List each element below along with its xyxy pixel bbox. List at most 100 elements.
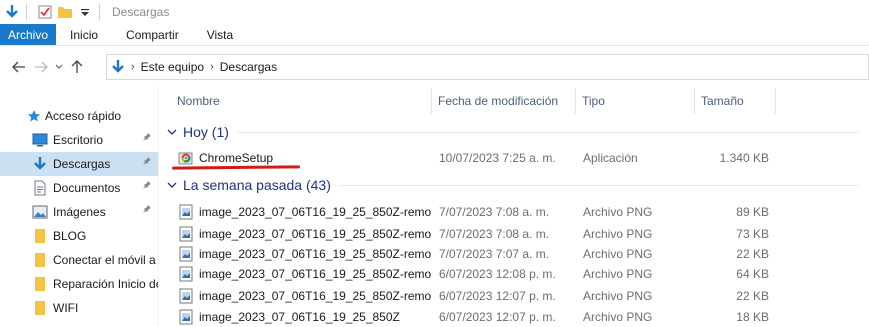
sidebar-item-label: WIFI (53, 301, 79, 315)
pin-icon (142, 204, 152, 217)
file-date: 7/07/2023 7:08 a. m. (439, 205, 550, 219)
file-date: 6/07/2023 12:07 p. m. (439, 310, 556, 324)
forward-arrow-icon[interactable] (30, 56, 52, 78)
table-row[interactable]: image_2023_07_06T16_19_25_850Z-remov... … (159, 201, 869, 223)
recent-locations-chevron-icon[interactable] (52, 56, 66, 78)
breadcrumb-descargas[interactable]: Descargas (216, 60, 281, 74)
sidebar-item-label: BLOG (53, 229, 87, 243)
sidebar-item-escritorio[interactable]: Escritorio (0, 128, 158, 152)
file-name: image_2023_07_06T16_19_25_850Z-remov... (199, 227, 431, 241)
sidebar-item-label: Descargas (53, 157, 111, 171)
sidebar-item-label: Imágenes (53, 205, 106, 219)
file-size: 89 KB (736, 205, 769, 219)
sidebar-item-imagenes[interactable]: Imágenes (0, 200, 158, 224)
group-header-hoy[interactable]: Hoy (1) (159, 121, 869, 143)
tab-archivo[interactable]: Archivo (0, 24, 57, 45)
chrome-installer-icon (178, 150, 194, 166)
png-file-icon (178, 266, 194, 282)
file-name: image_2023_07_06T16_19_25_850Z-remov... (199, 205, 431, 219)
column-header-fecha[interactable]: Fecha de modificación (432, 88, 558, 114)
column-header-tamano[interactable]: Tamaño (695, 88, 744, 114)
star-icon (26, 108, 42, 124)
pictures-icon (32, 204, 48, 220)
sidebar-item-label: Escritorio (53, 133, 104, 147)
collapse-chevron-icon[interactable] (167, 125, 177, 139)
png-file-icon (178, 246, 194, 262)
file-date: 7/07/2023 7:07 a. m. (439, 247, 550, 261)
table-row[interactable]: image_2023_07_06T16_19_25_850Z-remov... … (159, 243, 869, 265)
breadcrumb-chevron-icon[interactable]: › (129, 61, 137, 73)
sidebar-item-blog[interactable]: BLOG (0, 224, 158, 248)
file-type: Archivo PNG (583, 310, 653, 324)
downloads-location-icon (111, 59, 125, 75)
group-header-semana-pasada[interactable]: La semana pasada (43) (159, 174, 869, 196)
table-row[interactable]: image_2023_07_06T16_19_25_850Z-remov... … (159, 223, 869, 245)
red-underline-annotation (171, 165, 301, 170)
desktop-icon (32, 132, 48, 148)
folder-icon (32, 276, 48, 292)
properties-icon[interactable] (37, 4, 53, 20)
table-row[interactable]: image_2023_07_06T16_19_25_850Z 6/07/2023… (159, 306, 869, 327)
sidebar-item-documentos[interactable]: Documentos (0, 176, 158, 200)
png-file-icon (178, 204, 194, 220)
folder-icon (32, 228, 48, 244)
file-size: 73 KB (736, 227, 769, 241)
group-divider (338, 184, 859, 186)
file-type: Archivo PNG (583, 289, 653, 303)
column-divider[interactable] (775, 88, 776, 114)
table-row[interactable]: image_2023_07_06T16_19_25_850Z-remov... … (159, 263, 869, 285)
separator (26, 4, 27, 20)
file-type: Aplicación (583, 151, 638, 165)
sidebar-item-label: Documentos (53, 181, 121, 195)
breadcrumb-este-equipo[interactable]: Este equipo (137, 60, 208, 74)
ribbon-tabs: Archivo Inicio Compartir Vista (0, 24, 869, 46)
collapse-chevron-icon[interactable] (167, 178, 177, 192)
title-bar: Descargas (0, 0, 869, 24)
sidebar-item-conectar-movil[interactable]: Conectar el móvil a (0, 248, 158, 272)
sidebar-item-label: Conectar el móvil a (53, 253, 156, 267)
column-headers: Nombre Fecha de modificación Tipo Tamaño (159, 88, 869, 114)
window-title: Descargas (112, 5, 170, 19)
up-arrow-icon[interactable] (66, 56, 88, 78)
png-file-icon (178, 309, 194, 325)
sidebar-item-wifi[interactable]: WIFI (0, 296, 158, 320)
address-bar[interactable]: › Este equipo › Descargas (106, 54, 869, 80)
file-type: Archivo PNG (583, 205, 653, 219)
pin-icon (142, 132, 152, 145)
sidebar-item-acceso-rapido[interactable]: Acceso rápido (0, 104, 158, 128)
file-type: Archivo PNG (583, 227, 653, 241)
tab-vista[interactable]: Vista (193, 24, 247, 45)
documents-icon (32, 180, 48, 196)
file-type: Archivo PNG (583, 267, 653, 281)
new-folder-icon[interactable] (57, 4, 73, 20)
file-size: 64 KB (736, 267, 769, 281)
column-header-tipo[interactable]: Tipo (576, 88, 605, 114)
back-arrow-icon[interactable] (8, 56, 30, 78)
tab-compartir[interactable]: Compartir (112, 24, 193, 45)
file-date: 10/07/2023 7:25 a. m. (439, 151, 556, 165)
file-date: 6/07/2023 12:08 p. m. (439, 267, 556, 281)
sidebar-item-reparacion-inicio[interactable]: Reparación Inicio de (0, 272, 158, 296)
group-label: La semana pasada (43) (183, 177, 331, 193)
sidebar-item-descargas[interactable]: Descargas (0, 152, 158, 176)
folder-icon (32, 252, 48, 268)
table-row[interactable]: image_2023_07_06T16_19_25_850Z-remov... … (159, 285, 869, 307)
tab-inicio[interactable]: Inicio (56, 24, 112, 45)
breadcrumb-chevron-icon[interactable]: › (208, 61, 216, 73)
png-file-icon (178, 226, 194, 242)
file-size: 18 KB (736, 310, 769, 324)
file-date: 7/07/2023 7:08 a. m. (439, 227, 550, 241)
navigation-pane: Acceso rápido Escritorio Descargas Docum… (0, 100, 158, 327)
file-name: image_2023_07_06T16_19_25_850Z-remov... (199, 289, 431, 303)
file-name: image_2023_07_06T16_19_25_850Z-remov... (199, 267, 431, 281)
pin-icon (142, 180, 152, 193)
file-size: 22 KB (736, 247, 769, 261)
png-file-icon (178, 288, 194, 304)
sidebar-item-label: Reparación Inicio de (53, 277, 158, 291)
customize-toolbar-icon[interactable] (77, 4, 93, 20)
column-header-nombre[interactable]: Nombre (171, 88, 220, 114)
separator (99, 4, 100, 20)
folder-icon (32, 300, 48, 316)
group-divider (236, 131, 859, 133)
group-label: Hoy (1) (183, 124, 229, 140)
